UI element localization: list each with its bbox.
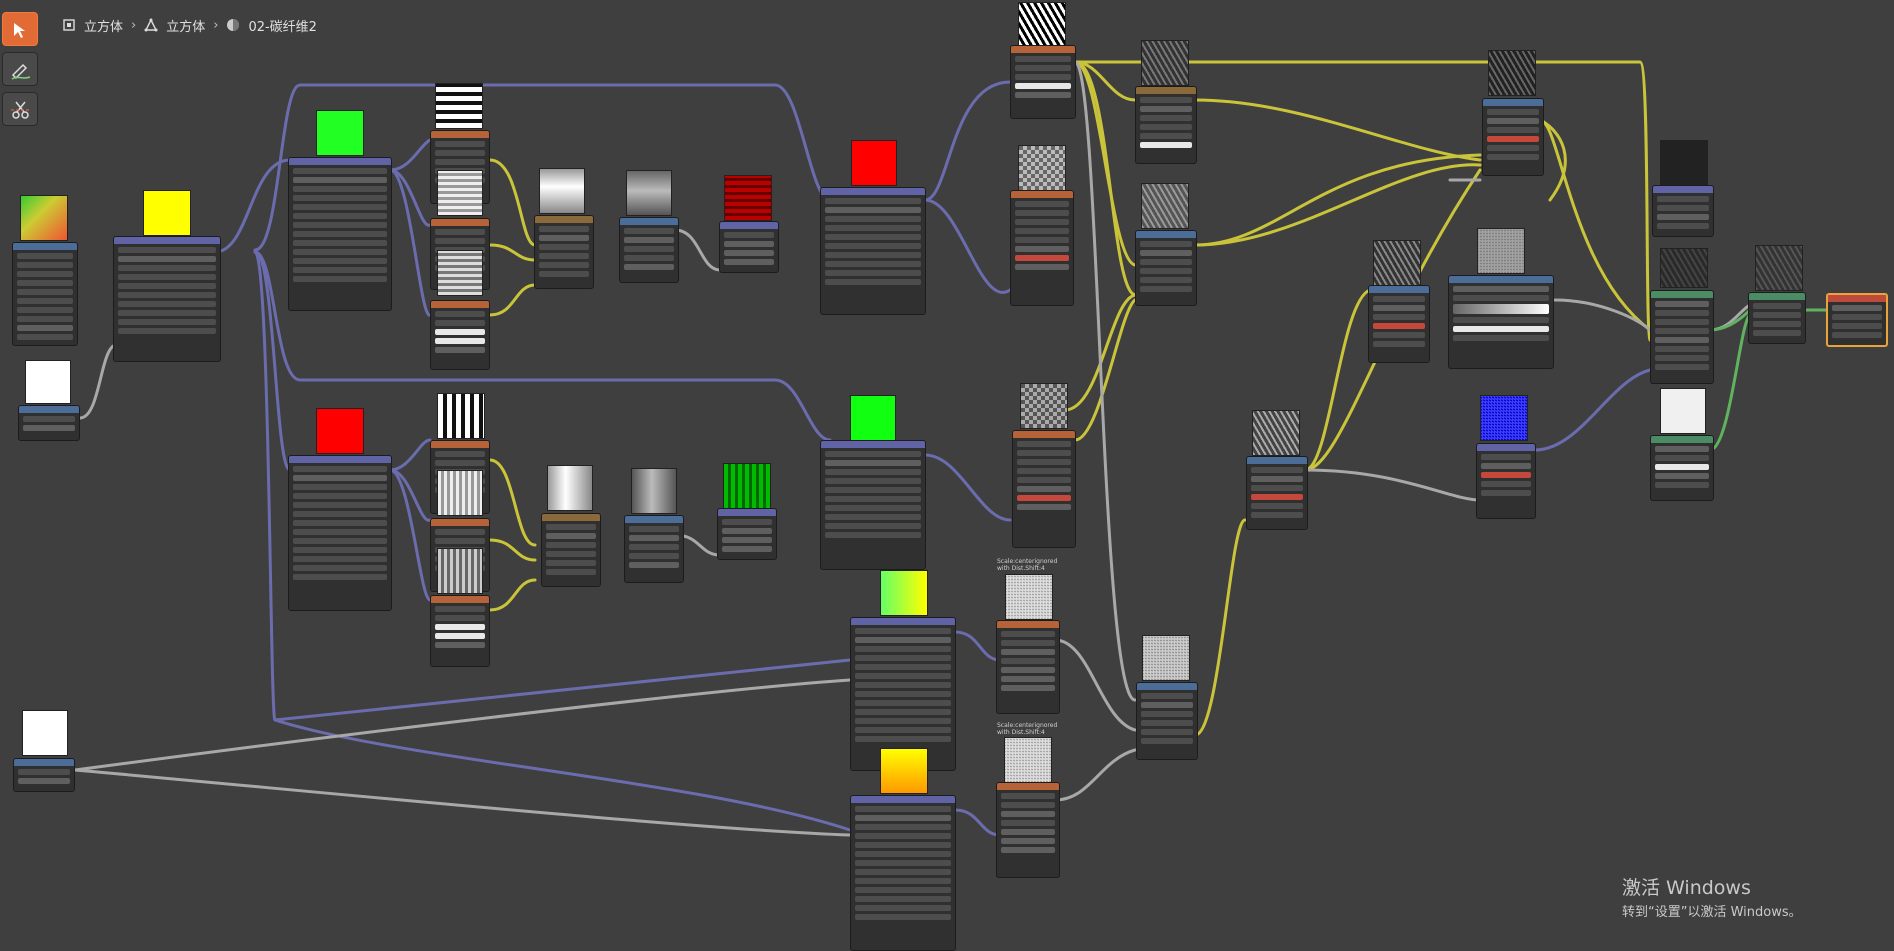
glossy-bsdf-node[interactable] — [1650, 435, 1714, 501]
preview-dark-fiber-2 — [1755, 245, 1803, 291]
texture-coordinate-node[interactable] — [12, 242, 78, 346]
preview-yellow — [143, 190, 191, 236]
cut-links-tool[interactable] — [2, 92, 38, 126]
preview-gray-v-2 — [631, 468, 677, 514]
chevron-right-icon: › — [213, 17, 219, 33]
preview-gradient — [20, 195, 68, 241]
chevron-right-icon: › — [131, 17, 137, 33]
value-node[interactable] — [18, 405, 80, 441]
mix-rgb-node-4[interactable] — [1246, 456, 1308, 530]
preview-noise — [1005, 574, 1053, 620]
preview-red-2 — [316, 408, 364, 454]
voronoi-texture-node-1[interactable] — [1010, 190, 1074, 306]
preview-noise-3 — [1142, 635, 1190, 681]
mapping-node-mid-2[interactable] — [820, 440, 926, 570]
material-output-node[interactable] — [1826, 293, 1888, 347]
preview-gray-noise — [1477, 228, 1525, 274]
preview-dark-fiber — [1660, 248, 1708, 288]
mapping-node-mid[interactable] — [820, 187, 926, 315]
preview-red — [851, 140, 897, 186]
object-icon — [63, 19, 75, 31]
scale-note-2: Scale:centerignored with Dist.Shift:4 — [997, 722, 1058, 736]
activate-windows-subtitle: 转到“设置”以激活 Windows。 — [1622, 905, 1802, 920]
preview-fiber-5 — [1488, 50, 1536, 96]
mix-node-2[interactable] — [541, 513, 601, 587]
bump-node[interactable] — [1652, 185, 1714, 237]
mix-rgb-node-2[interactable] — [1135, 230, 1197, 306]
breadcrumb-item-mesh[interactable]: 立方体 — [166, 16, 205, 35]
preview-stripes-v — [437, 393, 485, 439]
mix-rgb-node-3[interactable] — [1136, 682, 1198, 760]
mix-rgb-node-1[interactable] — [1135, 86, 1197, 164]
breadcrumb: 立方体 › 立方体 › 02-碳纤维2 — [62, 15, 317, 35]
preview-red-stripes — [724, 175, 772, 221]
wave-texture-node-6[interactable] — [430, 595, 490, 667]
principled-bsdf-node[interactable] — [1650, 290, 1714, 384]
preview-stripes-v-3 — [437, 548, 483, 594]
value-node-2[interactable] — [13, 758, 75, 792]
preview-stripes-h-3 — [437, 250, 483, 296]
normal-map-node[interactable] — [1476, 443, 1536, 519]
preview-checker-2 — [1020, 383, 1068, 429]
activate-windows-title: 激活 Windows — [1622, 877, 1751, 899]
preview-light — [1660, 388, 1706, 434]
math-node-1[interactable] — [619, 217, 679, 283]
preview-dark — [1660, 140, 1708, 186]
preview-stripes-v-2 — [437, 470, 483, 516]
preview-stripes-h-2 — [437, 170, 483, 216]
preview-green — [316, 110, 364, 156]
select-cursor-icon — [14, 23, 25, 38]
preview-blue-noise — [1480, 395, 1528, 441]
preview-white — [25, 360, 71, 404]
preview-fiber-1 — [1141, 40, 1189, 86]
mix-rgb-node-5[interactable] — [1368, 285, 1430, 363]
wave-texture-node-top[interactable] — [1010, 45, 1076, 119]
preview-fiber-4 — [1373, 240, 1421, 286]
mix-shader-node[interactable] — [1748, 292, 1806, 344]
preview-gray-v — [547, 465, 593, 511]
wave-texture-node-3[interactable] — [430, 300, 490, 370]
preview-fiber-2 — [1141, 183, 1189, 229]
preview-yellow-green — [880, 570, 928, 616]
mesh-icon — [144, 18, 158, 32]
material-icon — [227, 19, 240, 31]
mapping-node[interactable] — [113, 236, 221, 362]
noise-texture-node-2[interactable] — [996, 782, 1060, 878]
scissors-icon — [11, 101, 31, 119]
color-ramp-node[interactable] — [1448, 275, 1554, 369]
mapping-node-low-2[interactable] — [850, 795, 956, 951]
preview-zebra — [1018, 2, 1066, 46]
math-node-2[interactable] — [624, 515, 684, 583]
preview-stripes-h — [435, 83, 483, 129]
scale-note-1: Scale:centerignored with Dist.Shift:4 — [997, 558, 1058, 572]
preview-gray-gradient-2 — [626, 170, 672, 216]
preview-white-2 — [22, 710, 68, 756]
noise-texture-node-1[interactable] — [996, 620, 1060, 714]
mix-rgb-node-6[interactable] — [1482, 98, 1544, 176]
preview-gray-gradient — [539, 168, 585, 214]
preview-green-stripes — [723, 463, 771, 509]
combine-xyz-node-2[interactable] — [717, 508, 777, 560]
annotate-tool[interactable] — [2, 52, 38, 86]
mapping-node-top[interactable] — [288, 157, 392, 311]
preview-checker — [1018, 145, 1066, 191]
select-tool[interactable] — [2, 12, 38, 46]
breadcrumb-item-material[interactable]: 02-碳纤维2 — [248, 16, 317, 35]
voronoi-texture-node-2[interactable] — [1012, 430, 1076, 548]
pencil-icon — [11, 63, 31, 80]
combine-xyz-node-1[interactable] — [719, 221, 779, 273]
mix-node-1[interactable] — [534, 215, 594, 289]
preview-noise-2 — [1004, 737, 1052, 783]
preview-orange-yellow — [880, 748, 928, 794]
breadcrumb-item-object[interactable]: 立方体 — [84, 16, 123, 35]
preview-fiber-3 — [1252, 410, 1300, 456]
mapping-node-bottom[interactable] — [288, 455, 392, 611]
preview-green-2 — [850, 395, 896, 441]
